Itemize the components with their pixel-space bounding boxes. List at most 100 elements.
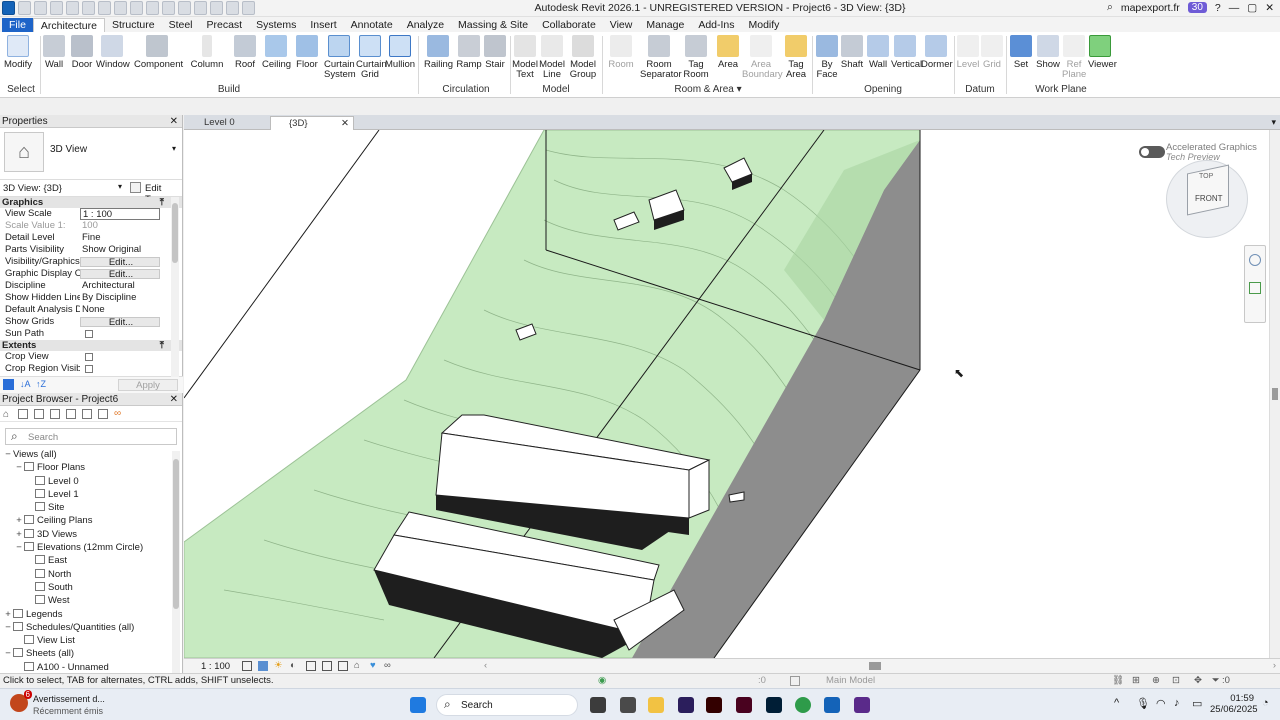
tab-annotate[interactable]: Annotate <box>344 18 400 32</box>
view-cube[interactable]: TOP FRONT <box>1166 160 1248 238</box>
close-hidden-icon[interactable] <box>226 1 239 15</box>
tab-systems[interactable]: Systems <box>249 18 303 32</box>
grid-button[interactable]: Grid <box>981 35 1003 70</box>
tree-item[interactable]: Level 1 <box>0 488 170 501</box>
search-input[interactable]: ⌕ Search <box>5 428 177 445</box>
vertical-opening-button[interactable]: Vertical <box>891 35 922 70</box>
sort-az-icon[interactable]: ↓A <box>20 379 31 389</box>
groups-icon[interactable] <box>98 409 108 419</box>
door-button[interactable]: Door <box>70 35 94 70</box>
tree-item[interactable]: South <box>0 581 170 594</box>
crop-region-icon[interactable] <box>338 661 348 671</box>
area-boundary-button[interactable]: Area Boundary <box>742 35 783 80</box>
show-work-plane-button[interactable]: Show <box>1036 35 1060 70</box>
taskbar-search[interactable]: ⌕ Search <box>436 694 578 716</box>
crop-view-icon[interactable] <box>322 661 332 671</box>
detail-level-icon[interactable] <box>242 661 252 671</box>
temporary-hide-icon[interactable]: ♥ <box>370 660 376 671</box>
wall-button[interactable]: Wall <box>42 35 66 70</box>
thin-lines-icon[interactable] <box>210 1 223 15</box>
render-icon[interactable] <box>306 661 316 671</box>
3d-view-icon[interactable] <box>178 1 191 15</box>
select-by-face-icon[interactable]: ⊡ <box>1172 674 1180 688</box>
apply-button[interactable]: Apply <box>118 379 178 391</box>
curtain-system-button[interactable]: Curtain System <box>324 35 356 80</box>
minimize-button[interactable]: — <box>1229 2 1240 14</box>
lock-view-icon[interactable]: ⌂ <box>354 660 360 671</box>
illustrator-icon[interactable] <box>706 697 722 713</box>
file-explorer-icon[interactable] <box>648 697 664 713</box>
measure-icon[interactable] <box>114 1 127 15</box>
tab-massing-site[interactable]: Massing & Site <box>451 18 535 32</box>
visual-style-icon[interactable] <box>258 661 268 671</box>
clock[interactable]: 01:59 25/06/2025 <box>1210 693 1258 715</box>
modify-button[interactable]: Modify <box>4 35 32 70</box>
redo-icon[interactable] <box>82 1 95 15</box>
close-button[interactable]: ✕ <box>1265 2 1274 14</box>
type-selector[interactable]: ⌂ 3D View ▾ <box>0 128 182 180</box>
view-cube-top[interactable]: TOP <box>1199 173 1213 180</box>
tree-item[interactable]: +3D Views <box>0 528 170 541</box>
model-group-button[interactable]: Model Group <box>568 35 598 80</box>
notification-app-icon[interactable]: 6 <box>10 690 32 712</box>
design-options-icon[interactable] <box>790 676 800 686</box>
select-links-icon[interactable]: ⛓ <box>1112 674 1124 688</box>
tab-precast[interactable]: Precast <box>200 18 250 32</box>
microphone-icon[interactable]: 🎙 <box>1136 697 1150 710</box>
expand-icon[interactable]: + <box>3 608 13 621</box>
close-icon[interactable]: ✕ <box>170 393 178 406</box>
property-row[interactable]: Detail Level Fine <box>0 232 182 244</box>
undo-icon[interactable] <box>66 1 79 15</box>
tab-collaborate[interactable]: Collaborate <box>535 18 603 32</box>
area-button[interactable]: Area <box>716 35 740 70</box>
tree-item[interactable]: − Views (all) <box>0 448 170 461</box>
section-graphics[interactable]: Graphics ⤒ <box>0 197 182 208</box>
sun-path-checkbox[interactable] <box>85 330 93 338</box>
view-cube-front[interactable]: FRONT <box>1195 194 1223 203</box>
tree-item[interactable]: A100 - Unnamed <box>0 661 170 673</box>
start-icon[interactable] <box>410 697 426 713</box>
view-tab-3d[interactable]: {3D} ✕ <box>270 116 354 130</box>
tab-insert[interactable]: Insert <box>303 18 343 32</box>
tag-icon[interactable] <box>146 1 159 15</box>
tree-item[interactable]: East <box>0 554 170 567</box>
tree-item[interactable]: − Elevations (12mm Circle) <box>0 541 170 554</box>
section-icon[interactable] <box>194 1 207 15</box>
home-icon[interactable]: ⌂ <box>3 409 9 420</box>
tag-area-button[interactable]: Tag Area <box>784 35 808 80</box>
views-icon[interactable] <box>18 409 28 419</box>
collapse-icon[interactable]: − <box>14 541 24 554</box>
revit-taskbar-icon[interactable] <box>824 697 840 713</box>
window-button[interactable]: Window <box>96 35 130 70</box>
property-row[interactable]: Default Analysis Di...None <box>0 304 182 316</box>
vertical-scrollbar[interactable] <box>1269 130 1280 658</box>
expand-icon[interactable]: + <box>14 528 24 541</box>
3d-viewport[interactable]: Accelerated Graphics Tech Preview TOP FR… <box>184 130 1269 658</box>
tab-view[interactable]: View <box>603 18 640 32</box>
maximize-button[interactable]: ▢ <box>1247 2 1257 14</box>
edit-button[interactable]: Edit... <box>80 269 160 279</box>
ramp-button[interactable]: Ramp <box>456 35 482 70</box>
tab-manage[interactable]: Manage <box>639 18 691 32</box>
categorized-icon[interactable] <box>3 379 14 390</box>
filter-icon[interactable]: ⏷ <box>1212 674 1220 688</box>
notifications-bell-icon[interactable]: ◔ <box>1262 697 1269 709</box>
switch-windows-icon[interactable] <box>242 1 255 15</box>
model-line-button[interactable]: Model Line <box>539 35 565 80</box>
tab-modify[interactable]: Modify <box>742 18 787 32</box>
notification-badge[interactable]: 30 <box>1187 2 1207 13</box>
floor-button[interactable]: Floor <box>294 35 320 70</box>
volume-icon[interactable]: ♪ <box>1174 697 1180 709</box>
tab-structure[interactable]: Structure <box>105 18 162 32</box>
tree-item[interactable]: View List <box>0 634 170 647</box>
opening-by-face-button[interactable]: By Face <box>816 35 838 80</box>
families-icon[interactable] <box>82 409 92 419</box>
property-row[interactable]: Discipline Architectural <box>0 280 182 292</box>
battery-icon[interactable]: ▭ <box>1192 697 1202 710</box>
app-icon[interactable] <box>854 697 870 713</box>
task-view-icon[interactable] <box>590 697 606 713</box>
property-row[interactable]: Parts Visibility Show Original <box>0 244 182 256</box>
wifi-icon[interactable]: ◠ <box>1156 697 1166 710</box>
tab-add-ins[interactable]: Add-Ins <box>691 18 741 32</box>
tab-steel[interactable]: Steel <box>162 18 200 32</box>
